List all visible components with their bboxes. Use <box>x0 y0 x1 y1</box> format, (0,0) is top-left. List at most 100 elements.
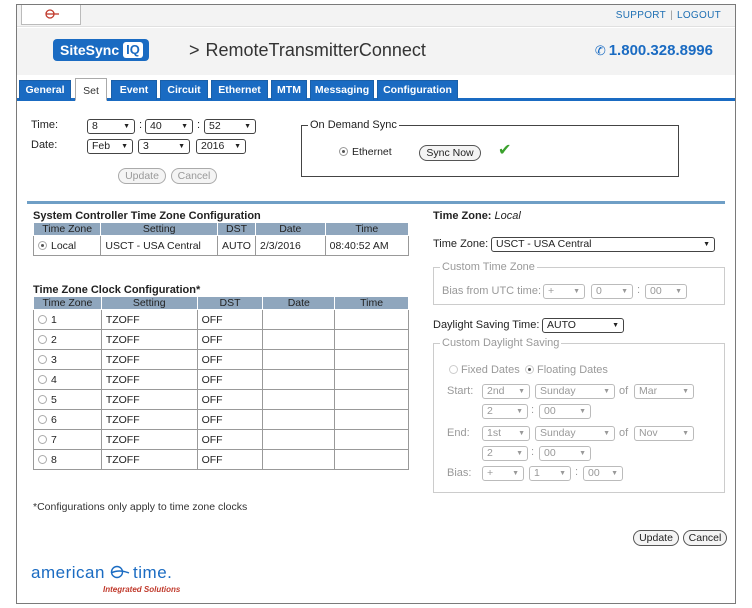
tz-update-button[interactable]: Update <box>633 530 679 546</box>
table-row: Local USCT - USA Central AUTO 2/3/2016 0… <box>32 235 410 256</box>
clock-tz-title: Time Zone Clock Configuration* <box>33 284 201 296</box>
end-hour-select[interactable]: 2 ▼ <box>482 446 528 461</box>
home-tab[interactable] <box>21 5 81 25</box>
ethernet-label: Ethernet <box>352 146 392 158</box>
local-radio[interactable] <box>38 241 47 251</box>
section-divider <box>27 201 725 204</box>
zone-cell[interactable]: 2 <box>33 329 102 350</box>
table-row: 3 TZOFF OFF <box>33 349 409 370</box>
time-cell <box>334 329 409 350</box>
zone-radio[interactable] <box>38 335 47 345</box>
dst-bias-min-select[interactable]: 00 ▼ <box>583 466 623 481</box>
time-update-button[interactable]: Update <box>118 168 166 184</box>
day-select[interactable]: 3 ▼ <box>138 139 190 154</box>
clock-tz-table: Time Zone Setting DST Date Time 1 TZOFF OF… <box>33 296 409 470</box>
zone-radio[interactable] <box>38 375 47 385</box>
start-month-select[interactable]: Mar ▼ <box>634 384 694 399</box>
zone-number: 7 <box>51 433 57 446</box>
second-select[interactable]: 52 ▼ <box>204 119 256 134</box>
tab-messaging[interactable]: Messaging <box>310 80 374 100</box>
tab-circuit[interactable]: Circuit <box>160 80 208 100</box>
tab-configuration[interactable]: Configuration <box>377 80 458 100</box>
bias-sign-select[interactable]: + ▼ <box>543 284 585 299</box>
zone-cell[interactable]: 7 <box>33 429 102 450</box>
tz-cancel-button[interactable]: Cancel <box>683 530 727 546</box>
ethernet-radio[interactable] <box>339 147 348 156</box>
tab-event[interactable]: Event <box>111 80 157 100</box>
table-row: 4 TZOFF OFF <box>33 369 409 390</box>
setting-cell: TZOFF <box>100 369 198 390</box>
zone-cell[interactable]: 1 <box>33 309 102 330</box>
col-header: DST <box>196 296 264 310</box>
col-header: Time <box>334 296 409 310</box>
table-row: 7 TZOFF OFF <box>33 429 409 450</box>
tab-bar: General Set Event Circuit Ethernet MTM M… <box>17 76 735 101</box>
zone-cell[interactable]: 5 <box>33 389 102 410</box>
year-select[interactable]: 2016 ▼ <box>196 139 246 154</box>
floating-dates-radio[interactable] <box>525 365 534 374</box>
zone-cell[interactable]: Local <box>32 235 102 256</box>
col-header: Time <box>324 222 410 236</box>
end-colon: : <box>531 446 535 458</box>
dst-bias-sign-select[interactable]: + ▼ <box>482 466 524 481</box>
zone-radio[interactable] <box>38 315 47 325</box>
start-day-select[interactable]: Sunday ▼ <box>535 384 615 399</box>
end-week-select[interactable]: 1st ▼ <box>482 426 530 441</box>
tab-ethernet[interactable]: Ethernet <box>211 80 268 100</box>
top-links: SUPPORT | LOGOUT <box>616 10 721 21</box>
dst-cell: OFF <box>196 409 264 430</box>
zone-number: 2 <box>51 333 57 346</box>
start-min-select[interactable]: 00 ▼ <box>539 404 591 419</box>
tab-set[interactable]: Set <box>75 78 107 101</box>
brand-name-2: time. <box>133 563 173 582</box>
brand-tagline: Integrated Solutions <box>103 585 181 594</box>
support-link[interactable]: SUPPORT <box>616 10 666 21</box>
zone-cell[interactable]: 4 <box>33 369 102 390</box>
breadcrumb-separator: > <box>189 40 200 60</box>
month-select[interactable]: Feb ▼ <box>87 139 133 154</box>
bias-min-select[interactable]: 00 ▼ <box>645 284 687 299</box>
zone-radio[interactable] <box>38 415 47 425</box>
timezone-select[interactable]: USCT - USA Central ▼ <box>491 237 715 252</box>
time-cancel-button[interactable]: Cancel <box>171 168 217 184</box>
minute-select[interactable]: 40 ▼ <box>145 119 193 134</box>
zone-cell[interactable]: 3 <box>33 349 102 370</box>
end-month-select[interactable]: Nov ▼ <box>634 426 694 441</box>
zone-radio[interactable] <box>38 395 47 405</box>
time-cell <box>334 429 409 450</box>
hour-select[interactable]: 8 ▼ <box>87 119 135 134</box>
zone-radio[interactable] <box>38 355 47 365</box>
bias-hour-select[interactable]: 0 ▼ <box>591 284 633 299</box>
tab-mtm[interactable]: MTM <box>271 80 307 100</box>
col-header: Date <box>262 296 336 310</box>
fixed-dates-label: Fixed Dates <box>461 364 520 376</box>
zone-number: 4 <box>51 373 57 386</box>
app-frame: SUPPORT | LOGOUT SiteSync IQ > RemoteTransm… <box>16 4 736 604</box>
end-min-select[interactable]: 00 ▼ <box>539 446 591 461</box>
phone-icon: ✆ <box>594 43 606 58</box>
custom-dst-legend: Custom Daylight Saving <box>442 337 560 349</box>
start-week-select[interactable]: 2nd ▼ <box>482 384 530 399</box>
floating-dates-label: Floating Dates <box>537 364 608 376</box>
end-label: End: <box>447 427 470 439</box>
col-header: Time Zone <box>33 296 102 310</box>
zone-radio[interactable] <box>38 435 47 445</box>
start-hour-select[interactable]: 2 ▼ <box>482 404 528 419</box>
table-row: 2 TZOFF OFF <box>33 329 409 350</box>
bias-utc-label: Bias from UTC time: <box>442 285 542 297</box>
logout-link[interactable]: LOGOUT <box>677 10 721 21</box>
zone-cell[interactable]: 6 <box>33 409 102 430</box>
dst-bias-hour-select[interactable]: 1 ▼ <box>529 466 571 481</box>
zone-number: 3 <box>51 353 57 366</box>
zone-radio[interactable] <box>38 455 47 465</box>
sync-now-button[interactable]: Sync Now <box>419 145 481 161</box>
fixed-dates-radio[interactable] <box>449 365 458 374</box>
tab-general[interactable]: General <box>19 80 71 100</box>
dst-select[interactable]: AUTO ▼ <box>542 318 624 333</box>
zone-cell[interactable]: 8 <box>33 449 102 470</box>
end-day-select[interactable]: Sunday ▼ <box>535 426 615 441</box>
dst-cell: OFF <box>196 349 264 370</box>
sitesync-logo[interactable]: SiteSync IQ <box>53 39 149 61</box>
sys-tz-title: System Controller Time Zone Configuratio… <box>33 210 261 222</box>
time-colon: : <box>139 119 143 131</box>
